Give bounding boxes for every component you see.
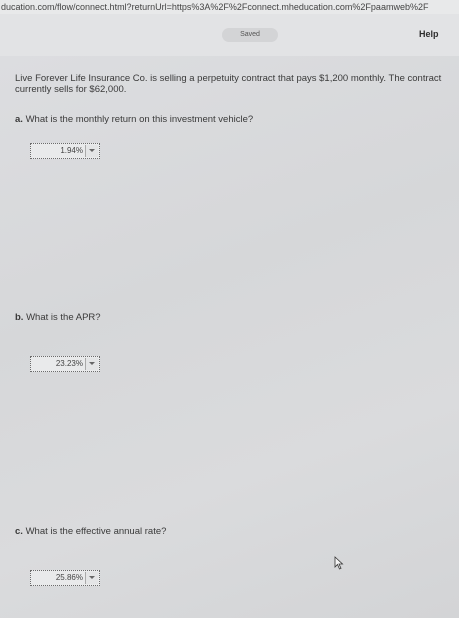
part-b-selected-value: 23.23% bbox=[55, 359, 83, 368]
part-b-answer-dropdown[interactable]: 23.23% bbox=[30, 356, 100, 372]
chevron-down-icon[interactable] bbox=[85, 145, 98, 157]
part-c-selected-value: 25.86% bbox=[55, 573, 83, 582]
address-bar[interactable]: ducation.com/flow/connect.html?returnUrl… bbox=[0, 0, 459, 14]
question-text: Live Forever Life Insurance Co. is selli… bbox=[15, 73, 442, 95]
saved-status-badge: Saved bbox=[222, 28, 278, 42]
part-a-selected-value: 1.94% bbox=[60, 146, 83, 155]
part-c-answer-dropdown[interactable]: 25.86% bbox=[30, 570, 100, 586]
chevron-down-icon[interactable] bbox=[85, 572, 98, 584]
mouse-pointer-icon bbox=[334, 556, 344, 570]
part-a-answer-dropdown[interactable]: 1.94% bbox=[30, 143, 100, 159]
part-c-text: What is the effective annual rate? bbox=[25, 526, 167, 537]
part-a-letter: a. bbox=[15, 114, 23, 125]
header-bar: Saved Help bbox=[0, 14, 459, 56]
part-b-letter: b. bbox=[15, 312, 24, 323]
part-c-prompt: c. What is the effective annual rate? bbox=[15, 526, 166, 537]
part-b-prompt: b. What is the APR? bbox=[15, 312, 101, 323]
chevron-down-icon[interactable] bbox=[85, 358, 98, 370]
help-link[interactable]: Help bbox=[419, 29, 439, 39]
part-c-letter: c. bbox=[15, 526, 23, 537]
part-a-prompt: a. What is the monthly return on this in… bbox=[15, 114, 253, 125]
part-b-text: What is the APR? bbox=[26, 312, 101, 323]
part-a-text: What is the monthly return on this inves… bbox=[25, 114, 254, 125]
